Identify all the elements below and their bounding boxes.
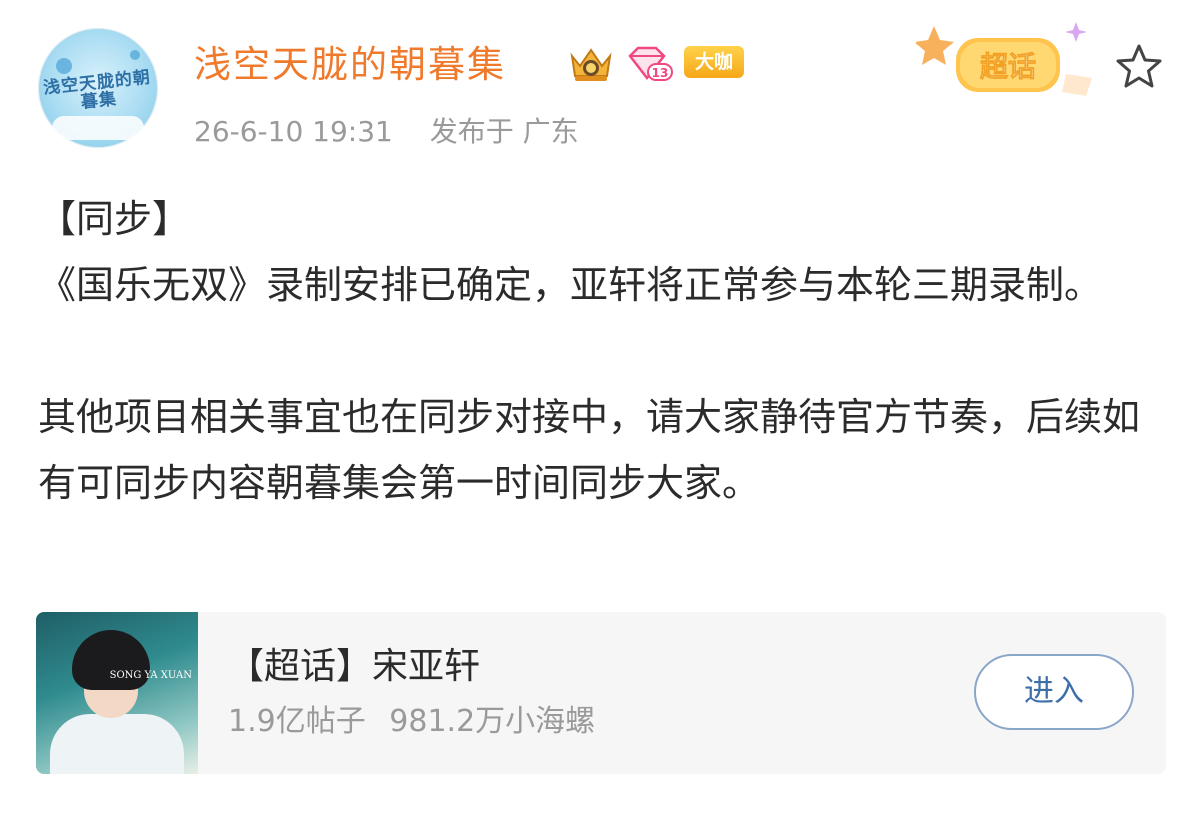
avatar-cloud-decoration <box>52 116 144 140</box>
diamond-level-icon[interactable]: 13 <box>626 44 674 84</box>
follower-count: 981.2万小海螺 <box>389 704 596 739</box>
level-number: 13 <box>652 66 669 80</box>
post-paragraph: 《国乐无双》录制安排已确定，亚轩将正常参与本轮三期录制。 <box>38 263 1103 307</box>
super-topic-label: 超话 <box>980 50 1036 83</box>
avatar-bubble-decoration <box>56 58 72 74</box>
post-location: 发布于 广东 <box>429 115 579 148</box>
super-topic-badge[interactable]: 超话 <box>916 18 1106 108</box>
super-topic-card[interactable]: SONG YA XUAN 【超话】宋亚轩 1.9亿帖子 981.2万小海螺 进入 <box>36 612 1166 774</box>
avatar-bubble-decoration <box>130 50 140 60</box>
super-topic-stats: 1.9亿帖子 981.2万小海螺 <box>228 700 595 744</box>
thumbnail-caption: SONG YA XUAN <box>109 670 192 681</box>
avatar[interactable]: 浅空天胧的朝暮集 <box>38 28 158 148</box>
post-paragraph: 【同步】 <box>38 197 191 241</box>
enter-button[interactable]: 进入 <box>974 654 1134 730</box>
post-paragraph: 其他项目相关事宜也在同步对接中，请大家静待官方节奏，后续如有可同步内容朝暮集会第… <box>38 395 1141 505</box>
crown-icon[interactable] <box>566 42 616 84</box>
avatar-text: 浅空天胧的朝暮集 <box>42 67 152 113</box>
thumbnail-hair <box>72 630 150 690</box>
post-count: 1.9亿帖子 <box>228 704 366 739</box>
username[interactable]: 浅空天胧的朝暮集 <box>194 40 506 90</box>
super-topic-thumbnail[interactable]: SONG YA XUAN <box>36 612 198 774</box>
super-topic-title[interactable]: 【超话】宋亚轩 <box>228 642 480 692</box>
star-outline-icon[interactable] <box>1112 40 1166 94</box>
post-time: 26-6-10 19:31 <box>194 115 393 148</box>
weibo-post: 浅空天胧的朝暮集 浅空天胧的朝暮集 13 大咖 超话 26-6-10 19:31… <box>0 0 1200 825</box>
thumbnail-shirt <box>50 714 184 774</box>
vip-badge[interactable]: 大咖 <box>684 46 744 78</box>
post-meta: 26-6-10 19:31 发布于 广东 <box>194 112 579 152</box>
post-content: 【同步】 《国乐无双》录制安排已确定，亚轩将正常参与本轮三期录制。 其他项目相关… <box>38 186 1158 516</box>
